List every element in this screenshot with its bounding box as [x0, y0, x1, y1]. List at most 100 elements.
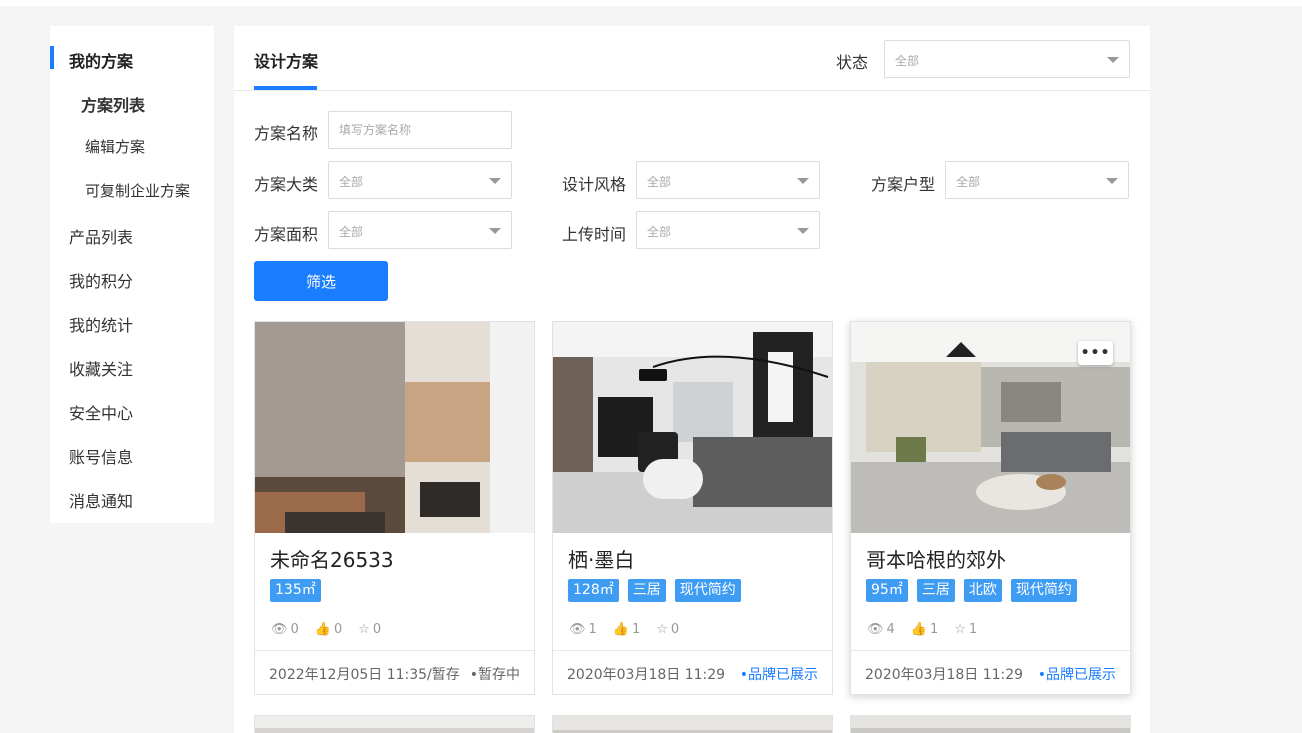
likes-count: 1	[929, 622, 939, 637]
favs-count: 0	[670, 622, 680, 637]
favs-count: 1	[968, 622, 978, 637]
sidebar-item-stats[interactable]: 我的统计	[69, 312, 133, 336]
eye-icon: 👁	[569, 622, 586, 637]
sidebar-item-my-plans[interactable]: 我的方案	[69, 48, 133, 72]
views-stat: 👁 1	[569, 622, 597, 637]
plan-tags: 128㎡ 三居 现代简约	[568, 579, 741, 602]
layout-select[interactable]: 全部	[945, 161, 1129, 199]
layout-label: 方案户型	[871, 175, 936, 194]
status-select[interactable]: 全部	[884, 40, 1130, 78]
plan-stats: 👁 1 👍 1 ☆ 0	[569, 622, 679, 637]
plan-name-label: 方案名称	[254, 124, 319, 143]
plan-date: 2020年03月18日 11:29	[865, 667, 1024, 683]
views-count: 0	[290, 622, 299, 637]
upload-time-select[interactable]: 全部	[636, 211, 820, 249]
favs-count: 0	[372, 622, 382, 637]
plan-thumbnail[interactable]: •••	[851, 322, 1130, 533]
favs-stat[interactable]: ☆ 1	[954, 622, 977, 637]
star-icon: ☆	[656, 622, 668, 637]
likes-stat[interactable]: 👍 1	[911, 622, 938, 637]
likes-stat[interactable]: 👍 1	[613, 622, 640, 637]
plan-card[interactable]: 未命名26533 135㎡ 👁 0 👍 0 ☆ 0 2022年12月05日 11:35…	[254, 321, 535, 695]
plan-thumbnail[interactable]	[255, 322, 534, 533]
sidebar-item-security[interactable]: 安全中心	[69, 400, 133, 424]
upload-time-select-value: 全部	[647, 225, 672, 239]
thumbs-up-icon: 👍	[314, 622, 331, 637]
plan-card[interactable]	[552, 715, 833, 733]
area-label: 方案面积	[254, 225, 319, 244]
views-stat: 👁 4	[867, 622, 895, 637]
thumbs-up-icon: 👍	[612, 622, 629, 637]
tag-layout: 三居	[627, 579, 666, 602]
plan-name: 哥本哈根的郊外	[866, 548, 1006, 572]
plan-tags: 135㎡	[270, 579, 321, 602]
likes-stat[interactable]: 👍 0	[315, 622, 342, 637]
status-badge: •品牌已展示	[1037, 667, 1116, 683]
plan-stats: 👁 0 👍 0 ☆ 0	[271, 622, 381, 637]
chevron-down-icon	[489, 228, 501, 234]
tag-area: 128㎡	[568, 579, 619, 602]
more-options-button[interactable]: •••	[1078, 341, 1113, 365]
tag-style: 北欧	[963, 579, 1002, 602]
layout-select-value: 全部	[956, 175, 981, 189]
tag-style: 现代简约	[674, 579, 741, 602]
favs-stat[interactable]: ☆ 0	[358, 622, 381, 637]
favs-stat[interactable]: ☆ 0	[656, 622, 679, 637]
tab-design-plans[interactable]: 设计方案	[254, 48, 318, 72]
style-select[interactable]: 全部	[636, 161, 820, 199]
plan-thumbnail[interactable]	[851, 716, 1130, 733]
chevron-down-icon	[489, 178, 501, 184]
category-label: 方案大类	[254, 175, 319, 194]
chevron-down-icon	[797, 178, 809, 184]
plan-tags: 95㎡ 三居 北欧 现代简约	[866, 579, 1077, 602]
plan-card[interactable]	[850, 715, 1131, 733]
sidebar-item-notifications[interactable]: 消息通知	[69, 488, 133, 512]
plan-thumbnail[interactable]	[255, 716, 534, 733]
plan-thumbnail[interactable]	[553, 322, 832, 533]
sidebar-item-favorites[interactable]: 收藏关注	[69, 356, 133, 380]
plan-name-input[interactable]	[328, 111, 512, 149]
category-select-value: 全部	[339, 175, 364, 189]
tag-area: 135㎡	[270, 579, 321, 602]
sidebar-item-points[interactable]: 我的积分	[69, 268, 133, 292]
chevron-down-icon	[1107, 57, 1119, 63]
sidebar-item-product-list[interactable]: 产品列表	[69, 224, 133, 248]
plan-date: 2020年03月18日 11:29	[567, 667, 726, 683]
sidebar-item-edit-plan[interactable]: 编辑方案	[85, 136, 145, 157]
category-select[interactable]: 全部	[328, 161, 512, 199]
style-select-value: 全部	[647, 175, 672, 189]
active-indicator	[50, 46, 54, 69]
views-count: 4	[886, 622, 895, 637]
upload-time-label: 上传时间	[562, 225, 627, 244]
area-select-value: 全部	[339, 225, 364, 239]
plan-card[interactable]: ••• 哥本哈根的郊外 95㎡ 三居 北欧 现代简约 👁 4 👍 1 ☆ 1 2020…	[850, 321, 1131, 695]
chevron-down-icon	[797, 228, 809, 234]
top-strip	[0, 0, 1302, 6]
likes-count: 1	[631, 622, 641, 637]
header-divider	[234, 90, 1150, 91]
card-divider	[255, 650, 534, 651]
chevron-down-icon	[1106, 178, 1118, 184]
tag-layout: 三居	[916, 579, 955, 602]
tag-area: 95㎡	[866, 579, 908, 602]
sidebar-item-copyable-plans[interactable]: 可复制企业方案	[85, 180, 190, 201]
plan-card[interactable]: 栖·墨白 128㎡ 三居 现代简约 👁 1 👍 1 ☆ 0 2020年03月18日 1…	[552, 321, 833, 695]
sidebar-item-account[interactable]: 账号信息	[69, 444, 133, 468]
status-label: 状态	[836, 53, 869, 72]
style-label: 设计风格	[562, 175, 627, 194]
plan-card[interactable]	[254, 715, 535, 733]
plan-thumbnail[interactable]	[553, 716, 832, 733]
card-divider	[553, 650, 832, 651]
likes-count: 0	[333, 622, 343, 637]
star-icon: ☆	[358, 622, 370, 637]
area-select[interactable]: 全部	[328, 211, 512, 249]
sidebar: 我的方案 方案列表 编辑方案 可复制企业方案 产品列表 我的积分 我的统计 收藏…	[50, 26, 214, 523]
card-divider	[851, 650, 1130, 651]
eye-icon: 👁	[867, 622, 884, 637]
plan-name: 栖·墨白	[568, 548, 635, 572]
filter-button[interactable]: 筛选	[254, 261, 388, 301]
plan-name: 未命名26533	[270, 548, 394, 572]
main-panel: 设计方案 状态 全部 方案名称 方案大类 全部 设计风格 全部 方案户型 全部 …	[234, 26, 1150, 733]
star-icon: ☆	[954, 622, 966, 637]
sidebar-item-plan-list[interactable]: 方案列表	[81, 92, 145, 116]
